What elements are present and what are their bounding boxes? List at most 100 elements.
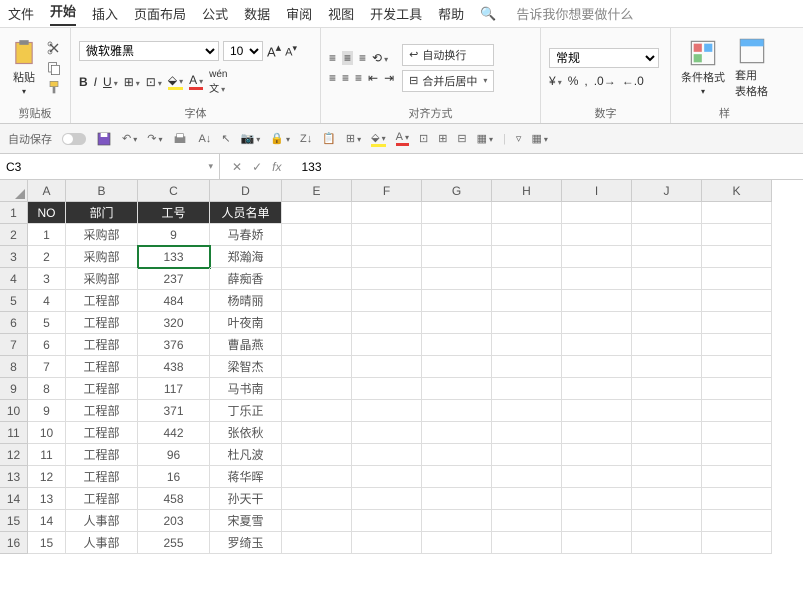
cell[interactable]: 7 bbox=[28, 356, 66, 378]
row-header[interactable]: 5 bbox=[0, 290, 28, 312]
menu-layout[interactable]: 页面布局 bbox=[134, 4, 186, 23]
cell[interactable]: 张依秋 bbox=[210, 422, 282, 444]
cell[interactable]: 11 bbox=[28, 444, 66, 466]
cell[interactable] bbox=[422, 202, 492, 224]
cell[interactable] bbox=[492, 202, 562, 224]
cell[interactable] bbox=[492, 510, 562, 532]
row-header[interactable]: 6 bbox=[0, 312, 28, 334]
cell[interactable] bbox=[282, 378, 352, 400]
cell-reference-input[interactable] bbox=[6, 160, 208, 174]
cell[interactable] bbox=[282, 246, 352, 268]
row-header[interactable]: 9 bbox=[0, 378, 28, 400]
menu-home[interactable]: 开始 bbox=[50, 1, 76, 26]
cell[interactable] bbox=[282, 202, 352, 224]
cell[interactable]: 工程部 bbox=[66, 378, 138, 400]
cell[interactable] bbox=[352, 290, 422, 312]
cell[interactable]: 442 bbox=[138, 422, 210, 444]
cancel-formula-icon[interactable]: ✕ bbox=[232, 160, 242, 174]
row-header[interactable]: 2 bbox=[0, 224, 28, 246]
cell[interactable]: 2 bbox=[28, 246, 66, 268]
cell[interactable] bbox=[702, 400, 772, 422]
cell[interactable] bbox=[492, 312, 562, 334]
cell[interactable]: 采购部 bbox=[66, 246, 138, 268]
cell[interactable] bbox=[352, 202, 422, 224]
cell[interactable] bbox=[702, 378, 772, 400]
cell[interactable] bbox=[352, 466, 422, 488]
cell[interactable]: 工程部 bbox=[66, 400, 138, 422]
align-top-icon[interactable]: ≡ bbox=[329, 51, 336, 65]
cell[interactable] bbox=[422, 466, 492, 488]
cell[interactable] bbox=[352, 488, 422, 510]
menu-help[interactable]: 帮助 bbox=[438, 4, 464, 23]
cell[interactable]: 曹晶燕 bbox=[210, 334, 282, 356]
column-header[interactable]: K bbox=[702, 180, 772, 202]
formula-input[interactable] bbox=[293, 160, 803, 174]
cell[interactable] bbox=[352, 444, 422, 466]
cell[interactable] bbox=[282, 466, 352, 488]
search-icon[interactable]: 🔍 bbox=[480, 6, 496, 22]
cell[interactable] bbox=[492, 400, 562, 422]
cell[interactable] bbox=[632, 400, 702, 422]
cell[interactable] bbox=[632, 444, 702, 466]
cell[interactable]: 320 bbox=[138, 312, 210, 334]
cell[interactable] bbox=[422, 268, 492, 290]
cell[interactable] bbox=[492, 444, 562, 466]
cell[interactable]: 255 bbox=[138, 532, 210, 554]
row-header[interactable]: 11 bbox=[0, 422, 28, 444]
cell[interactable]: 14 bbox=[28, 510, 66, 532]
border-qat-icon[interactable]: ⊞ bbox=[346, 132, 361, 145]
cell[interactable] bbox=[562, 312, 632, 334]
border-button[interactable]: ⊞ bbox=[124, 75, 140, 89]
cell[interactable] bbox=[422, 312, 492, 334]
cell[interactable] bbox=[422, 290, 492, 312]
cell[interactable] bbox=[282, 510, 352, 532]
cell[interactable]: 1 bbox=[28, 224, 66, 246]
comma-icon[interactable]: , bbox=[584, 74, 587, 88]
cell[interactable] bbox=[352, 532, 422, 554]
menu-view[interactable]: 视图 bbox=[328, 4, 354, 23]
cell[interactable]: 罗绮玉 bbox=[210, 532, 282, 554]
cell[interactable]: 4 bbox=[28, 290, 66, 312]
sort2-icon[interactable]: Z↓ bbox=[300, 133, 312, 145]
cell[interactable] bbox=[352, 378, 422, 400]
align-center-icon[interactable]: ≡ bbox=[342, 71, 349, 85]
cell[interactable]: 人员名单 bbox=[210, 202, 282, 224]
italic-button[interactable]: I bbox=[94, 75, 97, 89]
menu-insert[interactable]: 插入 bbox=[92, 4, 118, 23]
menu-file[interactable]: 文件 bbox=[8, 4, 34, 23]
cell[interactable]: 458 bbox=[138, 488, 210, 510]
ungroup-icon[interactable]: ⊟ bbox=[457, 132, 466, 145]
cell[interactable] bbox=[702, 290, 772, 312]
cell[interactable] bbox=[562, 466, 632, 488]
fill-color-button[interactable]: ⬙ bbox=[168, 73, 183, 90]
dotted-border-button[interactable]: ⊡ bbox=[146, 75, 162, 89]
save-icon[interactable] bbox=[96, 131, 112, 147]
cell[interactable] bbox=[352, 356, 422, 378]
cell[interactable] bbox=[702, 334, 772, 356]
freeze-icon[interactable]: ▦ bbox=[477, 132, 493, 145]
cell[interactable]: 96 bbox=[138, 444, 210, 466]
increase-decimal-icon[interactable]: .0→ bbox=[594, 74, 616, 88]
indent-right-icon[interactable]: ⇥ bbox=[384, 71, 394, 85]
cell[interactable] bbox=[282, 444, 352, 466]
cell[interactable] bbox=[352, 510, 422, 532]
cell[interactable] bbox=[562, 290, 632, 312]
cell[interactable]: 438 bbox=[138, 356, 210, 378]
menu-formula[interactable]: 公式 bbox=[202, 4, 228, 23]
cell[interactable]: 133 bbox=[138, 246, 210, 268]
align-left-icon[interactable]: ≡ bbox=[329, 71, 336, 85]
fill-qat-icon[interactable]: ⬙ bbox=[371, 131, 385, 147]
column-header[interactable]: H bbox=[492, 180, 562, 202]
cell[interactable]: 薛痴香 bbox=[210, 268, 282, 290]
cell[interactable] bbox=[492, 466, 562, 488]
cell[interactable]: 117 bbox=[138, 378, 210, 400]
cell[interactable]: 10 bbox=[28, 422, 66, 444]
cell[interactable] bbox=[562, 488, 632, 510]
column-header[interactable]: J bbox=[632, 180, 702, 202]
cell[interactable]: 工程部 bbox=[66, 488, 138, 510]
cell[interactable]: 马书南 bbox=[210, 378, 282, 400]
cell[interactable]: 人事部 bbox=[66, 532, 138, 554]
cell[interactable] bbox=[702, 246, 772, 268]
cell[interactable] bbox=[562, 202, 632, 224]
cell[interactable] bbox=[282, 224, 352, 246]
